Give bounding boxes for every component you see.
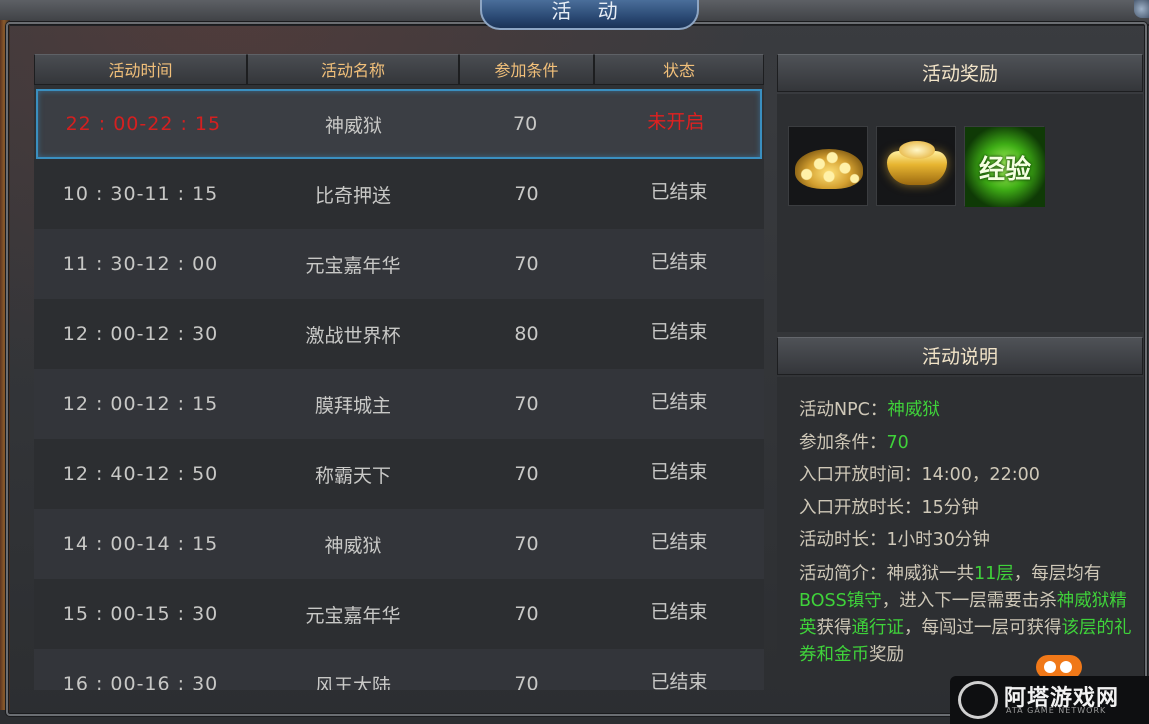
row-name: 比奇押送	[314, 184, 391, 207]
table-row[interactable]: 11 : 30-12 : 00 元宝嘉年华 70 已结束	[34, 229, 764, 299]
desc-requirement-line: 参加条件：70	[799, 427, 1134, 460]
row-status: 已结束	[650, 530, 708, 553]
rewards-header: 活动奖励	[777, 54, 1143, 92]
desc-duration-label: 活动时长：	[799, 530, 887, 551]
row-time: 11 : 30-12 : 00	[62, 253, 219, 275]
table-row[interactable]: 15 : 00-15 : 30 元宝嘉年华 70 已结束	[34, 579, 764, 649]
table-row[interactable]: 10 : 30-11 : 15 比奇押送 70 已结束	[34, 159, 764, 229]
column-header-status: 状态	[594, 54, 764, 85]
column-header-name: 活动名称	[247, 54, 459, 85]
column-header-time: 活动时间	[34, 54, 247, 85]
row-time: 14 : 00-14 : 15	[62, 533, 219, 555]
desc-intro-highlight: BOSS镇守	[799, 590, 882, 611]
row-requirement: 70	[514, 393, 539, 415]
row-status: 已结束	[650, 180, 708, 203]
desc-intro-part: 获得	[816, 617, 852, 638]
row-name: 神威狱	[324, 534, 382, 557]
row-status: 已结束	[650, 460, 708, 483]
row-requirement: 70	[514, 603, 539, 625]
row-time: 12 : 40-12 : 50	[62, 463, 219, 485]
table-row[interactable]: 16 : 00-16 : 30 风王大陆 70 已结束	[34, 649, 764, 690]
window-title: 活 动	[480, 0, 699, 30]
desc-open-duration-label: 入口开放时长：	[799, 497, 922, 518]
row-requirement: 70	[514, 673, 539, 690]
desc-intro: 活动简介：神威狱一共11层，每层均有BOSS镇守，进入下一层需要击杀神威狱精英获…	[799, 561, 1134, 669]
row-time: 12 : 00-12 : 15	[62, 393, 219, 415]
row-time: 12 : 00-12 : 30	[62, 323, 219, 345]
desc-npc-line: 活动NPC：神威狱	[799, 394, 1134, 427]
row-time: 16 : 00-16 : 30	[62, 673, 219, 690]
reward-slot-gold-coins[interactable]	[788, 126, 868, 206]
activity-table: 活动时间 活动名称 参加条件 状态 22 : 00-22 : 15 神威狱 70…	[34, 54, 764, 690]
row-name: 元宝嘉年华	[305, 254, 401, 277]
row-status: 已结束	[650, 320, 708, 343]
table-row[interactable]: 12 : 00-12 : 30 激战世界杯 80 已结束	[34, 299, 764, 369]
row-time: 10 : 30-11 : 15	[62, 183, 219, 205]
row-name: 神威狱	[325, 114, 383, 137]
desc-open-duration-line: 入口开放时长：15分钟	[799, 492, 1134, 525]
desc-duration-value: 1小时30分钟	[886, 530, 990, 551]
row-status: 未开启	[647, 110, 705, 133]
desc-open-time-line: 入口开放时间：14:00，22:00	[799, 465, 1040, 486]
row-name: 膜拜城主	[314, 394, 391, 417]
row-status: 已结束	[650, 670, 708, 691]
desc-requirement-value: 70	[886, 432, 909, 453]
row-status: 已结束	[650, 390, 708, 413]
activity-rows: 22 : 00-22 : 15 神威狱 70 未开启 10 : 30-11 : …	[34, 89, 764, 690]
desc-intro-part: ，进入下一层需要击杀	[881, 590, 1057, 611]
desc-intro-highlight: 11层	[974, 563, 1014, 584]
table-row[interactable]: 14 : 00-14 : 15 神威狱 70 已结束	[34, 509, 764, 579]
row-name: 元宝嘉年华	[305, 604, 401, 627]
watermark-logo-icon	[958, 681, 998, 719]
desc-npc-value: 神威狱	[887, 400, 940, 420]
table-header: 活动时间 活动名称 参加条件 状态	[34, 54, 764, 87]
watermark-subtitle: ATA GAME NETWORK	[1006, 706, 1107, 715]
row-requirement: 70	[514, 463, 539, 485]
close-icon[interactable]	[1134, 0, 1149, 18]
row-status: 已结束	[650, 600, 708, 623]
row-requirement: 70	[513, 113, 538, 135]
row-requirement: 80	[514, 323, 539, 345]
desc-duration-line: 活动时长：1小时30分钟	[799, 524, 1134, 557]
desc-open-duration-value: 15分钟	[921, 497, 979, 518]
row-status: 已结束	[650, 250, 708, 273]
row-requirement: 70	[514, 533, 539, 555]
description-header: 活动说明	[777, 337, 1143, 375]
reward-slot-experience[interactable]: 经验	[964, 126, 1045, 207]
row-requirement: 70	[514, 253, 539, 275]
row-name: 风王大陆	[314, 674, 391, 691]
experience-label: 经验	[978, 155, 1031, 185]
row-requirement: 70	[514, 183, 539, 205]
desc-intro-part: 奖励	[869, 644, 904, 665]
gold-ingot-top	[899, 141, 935, 159]
row-time: 22 : 00-22 : 15	[65, 113, 222, 135]
table-row[interactable]: 12 : 00-12 : 15 膜拜城主 70 已结束	[34, 369, 764, 439]
column-header-requirement: 参加条件	[459, 54, 594, 85]
table-row[interactable]: 22 : 00-22 : 15 神威狱 70 未开启	[36, 89, 762, 159]
row-name: 激战世界杯	[305, 324, 401, 347]
row-time: 15 : 00-15 : 30	[62, 603, 219, 625]
table-row[interactable]: 12 : 40-12 : 50 称霸天下 70 已结束	[34, 439, 764, 509]
desc-npc-label: 活动NPC：	[799, 400, 888, 420]
desc-intro-highlight: 通行证	[851, 617, 905, 638]
gold-coins-sparkle	[797, 145, 861, 187]
reward-slot-gold-ingot[interactable]	[876, 126, 956, 206]
desc-requirement-label: 参加条件：	[799, 432, 887, 453]
row-name: 称霸天下	[314, 464, 391, 487]
desc-intro-part: ，每层均有	[1013, 563, 1102, 584]
desc-intro-part: ，每闯过一层可获得	[904, 617, 1062, 638]
description-text: 活动NPC：神威狱 参加条件：70 入口开放时间：14:00，22:00 入口开…	[799, 394, 1134, 669]
desc-intro-part: 活动简介：神威狱一共	[799, 563, 974, 584]
